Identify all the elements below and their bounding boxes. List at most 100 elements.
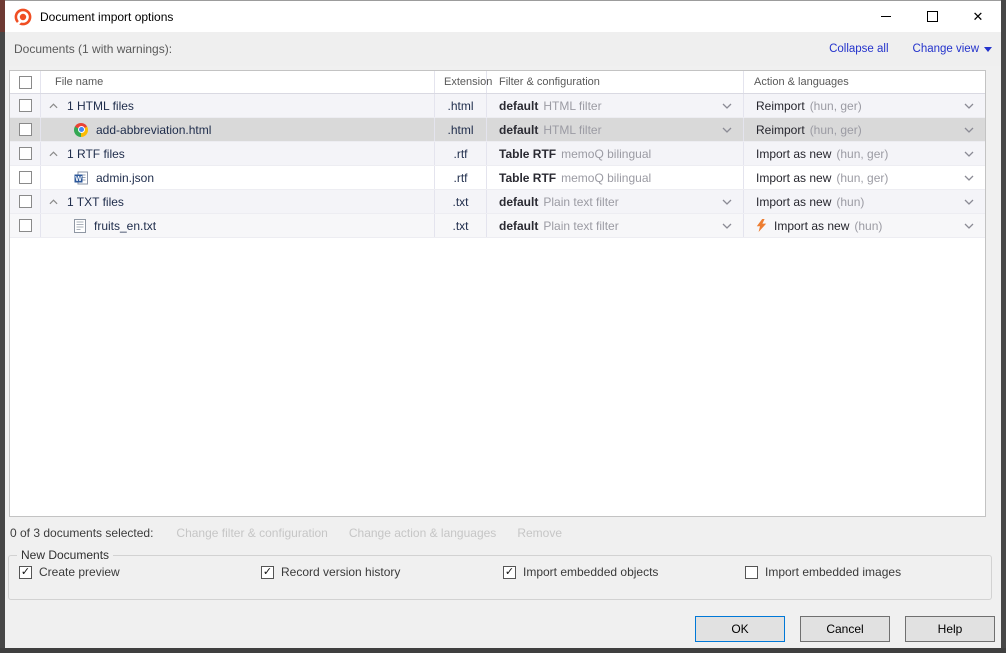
table-row-admin-json[interactable]: W admin.json .rtf Table RTF memoQ biling…: [10, 166, 985, 190]
group-name: 1 HTML files: [67, 99, 134, 113]
import-embedded-images-option[interactable]: Import embedded images: [745, 565, 987, 579]
svg-text:W: W: [75, 176, 82, 183]
window-controls: ✕: [863, 1, 1001, 32]
row-checkbox-cell: [10, 142, 41, 165]
chevron-down-icon: [722, 103, 732, 109]
chevron-down-icon: [984, 47, 992, 52]
column-header-file-name[interactable]: File name: [41, 71, 435, 93]
file-name-cell: W admin.json: [41, 166, 435, 189]
import-embedded-images-checkbox[interactable]: [745, 566, 758, 579]
close-icon: ✕: [973, 10, 984, 23]
maximize-icon: [927, 11, 938, 22]
window-title: Document import options: [40, 10, 173, 24]
maximize-button[interactable]: [909, 1, 955, 32]
help-button[interactable]: Help: [905, 616, 995, 642]
filter-value-cell: Table RTF memoQ bilingual: [487, 166, 744, 189]
filter-dropdown[interactable]: default HTML filter: [487, 94, 744, 117]
documents-count-label: Documents (1 with warnings):: [14, 42, 172, 56]
chevron-down-icon: [964, 151, 974, 157]
extension-cell: .txt: [435, 190, 487, 213]
action-dropdown[interactable]: Import as new (hun): [744, 214, 985, 237]
documents-header-bar: Documents (1 with warnings): Collapse al…: [5, 32, 1001, 66]
file-name-cell: fruits_en.txt: [41, 214, 435, 237]
documents-table: File name Extension Filter & configurati…: [9, 70, 986, 517]
select-all-cell: [10, 71, 41, 93]
column-header-filter[interactable]: Filter & configuration: [487, 71, 744, 93]
file-name-cell: add-abbreviation.html: [41, 118, 435, 141]
change-filter-link-disabled[interactable]: Change filter & configuration: [176, 526, 327, 540]
file-name-cell: 1 HTML files: [41, 94, 435, 117]
import-embedded-objects-option[interactable]: Import embedded objects: [503, 565, 745, 579]
chevron-down-icon: [964, 199, 974, 205]
collapse-chevron-up-icon[interactable]: [49, 103, 58, 109]
new-documents-options: Create preview Record version history Im…: [9, 565, 991, 579]
import-embedded-objects-checkbox[interactable]: [503, 566, 516, 579]
row-checkbox[interactable]: [19, 123, 32, 136]
row-checkbox[interactable]: [19, 195, 32, 208]
chevron-down-icon: [964, 127, 974, 133]
row-checkbox[interactable]: [19, 171, 32, 184]
file-name-cell: 1 TXT files: [41, 190, 435, 213]
new-documents-legend: New Documents: [17, 548, 113, 562]
chevron-down-icon: [722, 223, 732, 229]
minimize-button[interactable]: [863, 1, 909, 32]
file-name-cell: 1 RTF files: [41, 142, 435, 165]
change-action-link-disabled[interactable]: Change action & languages: [349, 526, 496, 540]
table-row-rtf-group[interactable]: 1 RTF files .rtf Table RTF memoQ bilingu…: [10, 142, 985, 166]
extension-cell: .html: [435, 94, 487, 117]
extension-cell: .rtf: [435, 142, 487, 165]
window-titlebar: Document import options ✕: [5, 0, 1001, 32]
column-header-extension[interactable]: Extension: [435, 71, 487, 93]
file-name: add-abbreviation.html: [96, 123, 211, 137]
action-dropdown[interactable]: Reimport (hun, ger): [744, 118, 985, 141]
file-name: fruits_en.txt: [94, 219, 156, 233]
create-preview-checkbox[interactable]: [19, 566, 32, 579]
select-all-checkbox[interactable]: [19, 76, 32, 89]
extension-cell: .html: [435, 118, 487, 141]
table-row-html-group[interactable]: 1 HTML files .html default HTML filter R…: [10, 94, 985, 118]
chevron-down-icon: [722, 199, 732, 205]
word-doc-icon: W: [74, 171, 88, 185]
row-checkbox[interactable]: [19, 147, 32, 160]
close-button[interactable]: ✕: [955, 1, 1001, 32]
column-header-action[interactable]: Action & languages: [744, 71, 985, 93]
action-dropdown[interactable]: Reimport (hun, ger): [744, 94, 985, 117]
collapse-chevron-up-icon[interactable]: [49, 151, 58, 157]
filter-value-cell: Table RTF memoQ bilingual: [487, 142, 744, 165]
row-checkbox-cell: [10, 214, 41, 237]
cancel-button[interactable]: Cancel: [800, 616, 890, 642]
chevron-down-icon: [964, 175, 974, 181]
collapse-chevron-up-icon[interactable]: [49, 199, 58, 205]
filter-dropdown[interactable]: default HTML filter: [487, 118, 744, 141]
file-name: admin.json: [96, 171, 154, 185]
record-version-history-checkbox[interactable]: [261, 566, 274, 579]
selection-status-bar: 0 of 3 documents selected: Change filter…: [10, 522, 562, 544]
filter-dropdown[interactable]: default Plain text filter: [487, 190, 744, 213]
selected-count-label: 0 of 3 documents selected:: [10, 526, 153, 540]
window-border-left: [0, 0, 5, 653]
action-dropdown[interactable]: Import as new (hun, ger): [744, 166, 985, 189]
create-preview-option[interactable]: Create preview: [19, 565, 261, 579]
filter-dropdown[interactable]: default Plain text filter: [487, 214, 744, 237]
remove-link-disabled[interactable]: Remove: [517, 526, 562, 540]
ok-button[interactable]: OK: [695, 616, 785, 642]
table-row-fruits-en[interactable]: fruits_en.txt .txt default Plain text fi…: [10, 214, 985, 238]
table-row-txt-group[interactable]: 1 TXT files .txt default Plain text filt…: [10, 190, 985, 214]
action-dropdown[interactable]: Import as new (hun, ger): [744, 142, 985, 165]
warning-lightning-icon: [756, 219, 767, 232]
row-checkbox[interactable]: [19, 99, 32, 112]
window-border-right: [1001, 0, 1006, 653]
change-view-link[interactable]: Change view: [913, 43, 992, 55]
window-border-bottom: [0, 648, 1006, 653]
window-border-left-top: [0, 0, 5, 32]
record-version-history-option[interactable]: Record version history: [261, 565, 503, 579]
row-checkbox-cell: [10, 118, 41, 141]
action-dropdown[interactable]: Import as new (hun): [744, 190, 985, 213]
row-checkbox[interactable]: [19, 219, 32, 232]
table-header-row: File name Extension Filter & configurati…: [10, 71, 985, 94]
chevron-down-icon: [722, 127, 732, 133]
collapse-all-link[interactable]: Collapse all: [829, 43, 888, 55]
table-row-add-abbreviation[interactable]: add-abbreviation.html .html default HTML…: [10, 118, 985, 142]
extension-cell: .txt: [435, 214, 487, 237]
documents-header-links: Collapse all Change view: [829, 43, 992, 55]
